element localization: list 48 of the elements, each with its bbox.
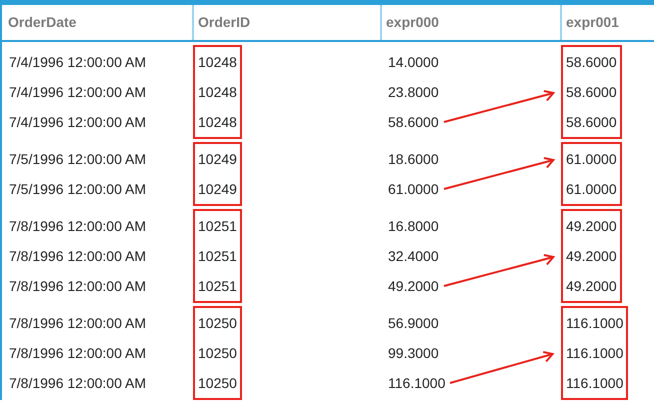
- table-cell-text: 10251: [198, 216, 237, 236]
- table-cell-text: 32.4000: [388, 246, 439, 266]
- table-cell-text: 10248: [198, 82, 237, 102]
- table-cell-text: 58.6000: [388, 112, 439, 132]
- table-cell-text: 61.0000: [566, 180, 617, 198]
- table-cell-text: 58.6000: [566, 82, 617, 102]
- table-cell-text: 10248: [198, 112, 237, 132]
- column-header[interactable]: OrderDate: [8, 12, 76, 33]
- column-header[interactable]: expr000: [386, 12, 439, 33]
- table-cell-text: 61.0000: [566, 150, 617, 168]
- table-cell-text: 99.3000: [388, 344, 439, 362]
- table-cell-text: 7/8/1996 12:00:00 AM: [9, 374, 146, 392]
- table-cell-text: 49.2000: [566, 276, 617, 296]
- table-cell-text: 10249: [198, 150, 237, 168]
- table-cell-text: 10248: [198, 52, 237, 72]
- table-cell-text: 116.1000: [388, 374, 446, 392]
- table-cell-text: 49.2000: [388, 276, 439, 296]
- table-cell-text: 7/8/1996 12:00:00 AM: [9, 276, 146, 296]
- table-cell-text: 7/4/1996 12:00:00 AM: [9, 82, 146, 102]
- table-cell-text: 10250: [198, 374, 237, 392]
- table-cell-text: 23.8000: [388, 82, 439, 102]
- table-cell-text: 10251: [198, 276, 237, 296]
- table-cell-text: 7/5/1996 12:00:00 AM: [9, 150, 146, 168]
- table-cell-text: 7/8/1996 12:00:00 AM: [9, 216, 146, 236]
- table-cell-text: 7/8/1996 12:00:00 AM: [9, 246, 146, 266]
- table-cell-text: 58.6000: [566, 52, 617, 72]
- table-cell-text: 61.0000: [388, 180, 439, 198]
- table-cell-text: 10251: [198, 246, 237, 266]
- table-cell-text: 49.2000: [566, 216, 617, 236]
- table-cell-text: 14.0000: [388, 52, 439, 72]
- table-cell-text: 16.8000: [388, 216, 439, 236]
- table-cell-text: 7/4/1996 12:00:00 AM: [9, 52, 146, 72]
- table-cell-text: 10250: [198, 314, 237, 332]
- table-cell-text: 7/8/1996 12:00:00 AM: [9, 314, 146, 332]
- table-cell-text: 116.1000: [566, 374, 624, 392]
- table-cell-text: 7/4/1996 12:00:00 AM: [9, 112, 146, 132]
- column-header[interactable]: expr001: [566, 12, 619, 33]
- table-cell-text: 116.1000: [566, 314, 624, 332]
- table-cell-text: 56.9000: [388, 314, 439, 332]
- table-cell-text: 18.6000: [388, 150, 439, 168]
- table-cell-text: 49.2000: [566, 246, 617, 266]
- table-cell-text: 10250: [198, 344, 237, 362]
- table-cell-text: 7/8/1996 12:00:00 AM: [9, 344, 146, 362]
- column-header[interactable]: OrderID: [198, 12, 250, 33]
- table-cell-text: 10249: [198, 180, 237, 198]
- table-cell-text: 58.6000: [566, 112, 617, 132]
- table-cell-text: 7/5/1996 12:00:00 AM: [9, 180, 146, 198]
- table-cell-text: 116.1000: [566, 344, 624, 362]
